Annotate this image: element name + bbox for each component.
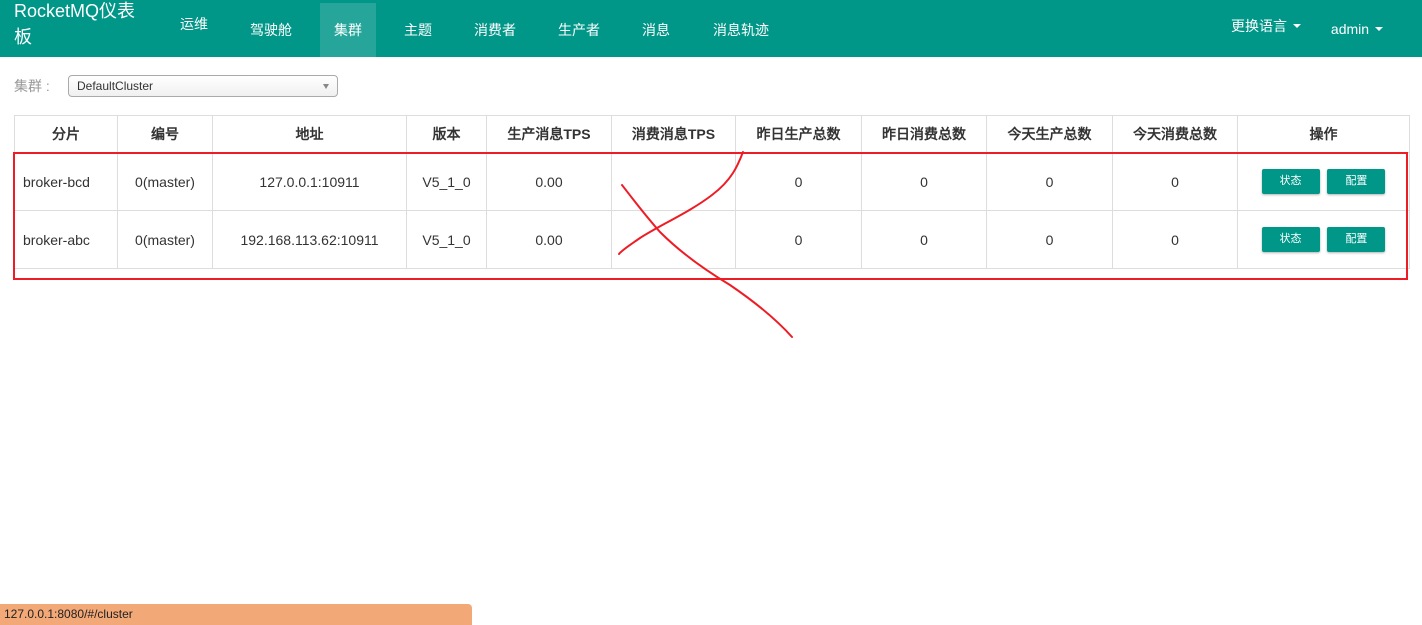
cell-yesterday-consume: 0	[861, 152, 987, 211]
cell-produce-tps: 0.00	[486, 210, 612, 269]
col-header-yesterday-consume: 昨日消费总数	[861, 115, 987, 153]
cell-broker: broker-abc	[14, 210, 118, 269]
brand-logo[interactable]: RocketMQ仪表板	[0, 0, 166, 51]
status-button[interactable]: 状态	[1261, 227, 1320, 252]
nav-producer[interactable]: 生产者	[530, 3, 628, 57]
col-header-today-produce: 今天生产总数	[986, 115, 1113, 153]
cluster-select[interactable]: DefaultCluster	[68, 75, 338, 97]
nav-right: 更换语言 admin	[1214, 0, 1422, 57]
language-label: 更换语言	[1231, 17, 1287, 34]
cell-today-consume: 0	[1112, 210, 1238, 269]
cell-today-produce: 0	[986, 210, 1113, 269]
cell-address: 127.0.0.1:10911	[212, 152, 407, 211]
col-header-address: 地址	[212, 115, 407, 153]
cell-consume-tps	[611, 210, 736, 269]
cell-yesterday-consume: 0	[861, 210, 987, 269]
cluster-select-value: DefaultCluster	[77, 79, 154, 93]
nav-cluster[interactable]: 集群	[320, 3, 376, 57]
cluster-filter: 集群 : DefaultCluster	[14, 75, 338, 97]
caret-down-icon	[1375, 26, 1384, 31]
nav-message[interactable]: 消息	[628, 3, 684, 57]
config-button[interactable]: 配置	[1327, 169, 1386, 194]
col-header-id: 编号	[117, 115, 213, 153]
caret-down-icon	[1293, 23, 1301, 28]
cell-id: 0(master)	[117, 210, 213, 269]
table-row: broker-bcd 0(master) 127.0.0.1:10911 V5_…	[14, 152, 1410, 211]
col-header-broker: 分片	[14, 115, 118, 153]
cell-version: V5_1_0	[406, 152, 487, 211]
status-button[interactable]: 状态	[1261, 169, 1320, 194]
broker-table: 分片 编号 地址 版本 生产消息TPS 消费消息TPS 昨日生产总数 昨日消费总…	[14, 115, 1410, 269]
nav-menu: 运维 驾驶舱 集群 主题 消费者 生产者 消息 消息轨迹	[166, 0, 798, 57]
dropdown-arrow-icon	[323, 84, 329, 89]
browser-status-bar: 127.0.0.1:8080/#/cluster	[0, 604, 472, 625]
table-header-row: 分片 编号 地址 版本 生产消息TPS 消费消息TPS 昨日生产总数 昨日消费总…	[14, 115, 1410, 153]
cell-actions: 状态 配置	[1237, 152, 1410, 211]
nav-cockpit[interactable]: 驾驶舱	[222, 3, 320, 57]
cell-version: V5_1_0	[406, 210, 487, 269]
status-url: 127.0.0.1:8080/#/cluster	[4, 607, 133, 621]
cell-actions: 状态 配置	[1237, 210, 1410, 269]
user-dropdown[interactable]: admin	[1318, 0, 1396, 57]
cluster-filter-label: 集群 :	[14, 78, 50, 94]
cell-today-produce: 0	[986, 152, 1113, 211]
col-header-today-consume: 今天消费总数	[1112, 115, 1238, 153]
col-header-produce-tps: 生产消息TPS	[486, 115, 612, 153]
col-header-consume-tps: 消费消息TPS	[611, 115, 736, 153]
user-label: admin	[1330, 20, 1370, 37]
config-button[interactable]: 配置	[1327, 227, 1386, 252]
cell-id: 0(master)	[117, 152, 213, 211]
nav-topic[interactable]: 主题	[376, 3, 460, 57]
top-navbar: RocketMQ仪表板 运维 驾驶舱 集群 主题 消费者 生产者 消息 消息轨迹…	[0, 0, 1422, 57]
nav-message-trace[interactable]: 消息轨迹	[684, 3, 798, 57]
col-header-yesterday-produce: 昨日生产总数	[735, 115, 862, 153]
col-header-actions: 操作	[1237, 115, 1410, 153]
cell-yesterday-produce: 0	[735, 152, 862, 211]
cell-yesterday-produce: 0	[735, 210, 862, 269]
cell-produce-tps: 0.00	[486, 152, 612, 211]
col-header-version: 版本	[406, 115, 487, 153]
nav-consumer[interactable]: 消费者	[460, 3, 530, 57]
cell-address: 192.168.113.62:10911	[212, 210, 407, 269]
cell-consume-tps	[611, 152, 736, 211]
table-row: broker-abc 0(master) 192.168.113.62:1091…	[14, 210, 1410, 269]
nav-ops[interactable]: 运维	[166, 0, 222, 51]
cell-today-consume: 0	[1112, 152, 1238, 211]
language-dropdown[interactable]: 更换语言	[1214, 0, 1318, 54]
cell-broker: broker-bcd	[14, 152, 118, 211]
